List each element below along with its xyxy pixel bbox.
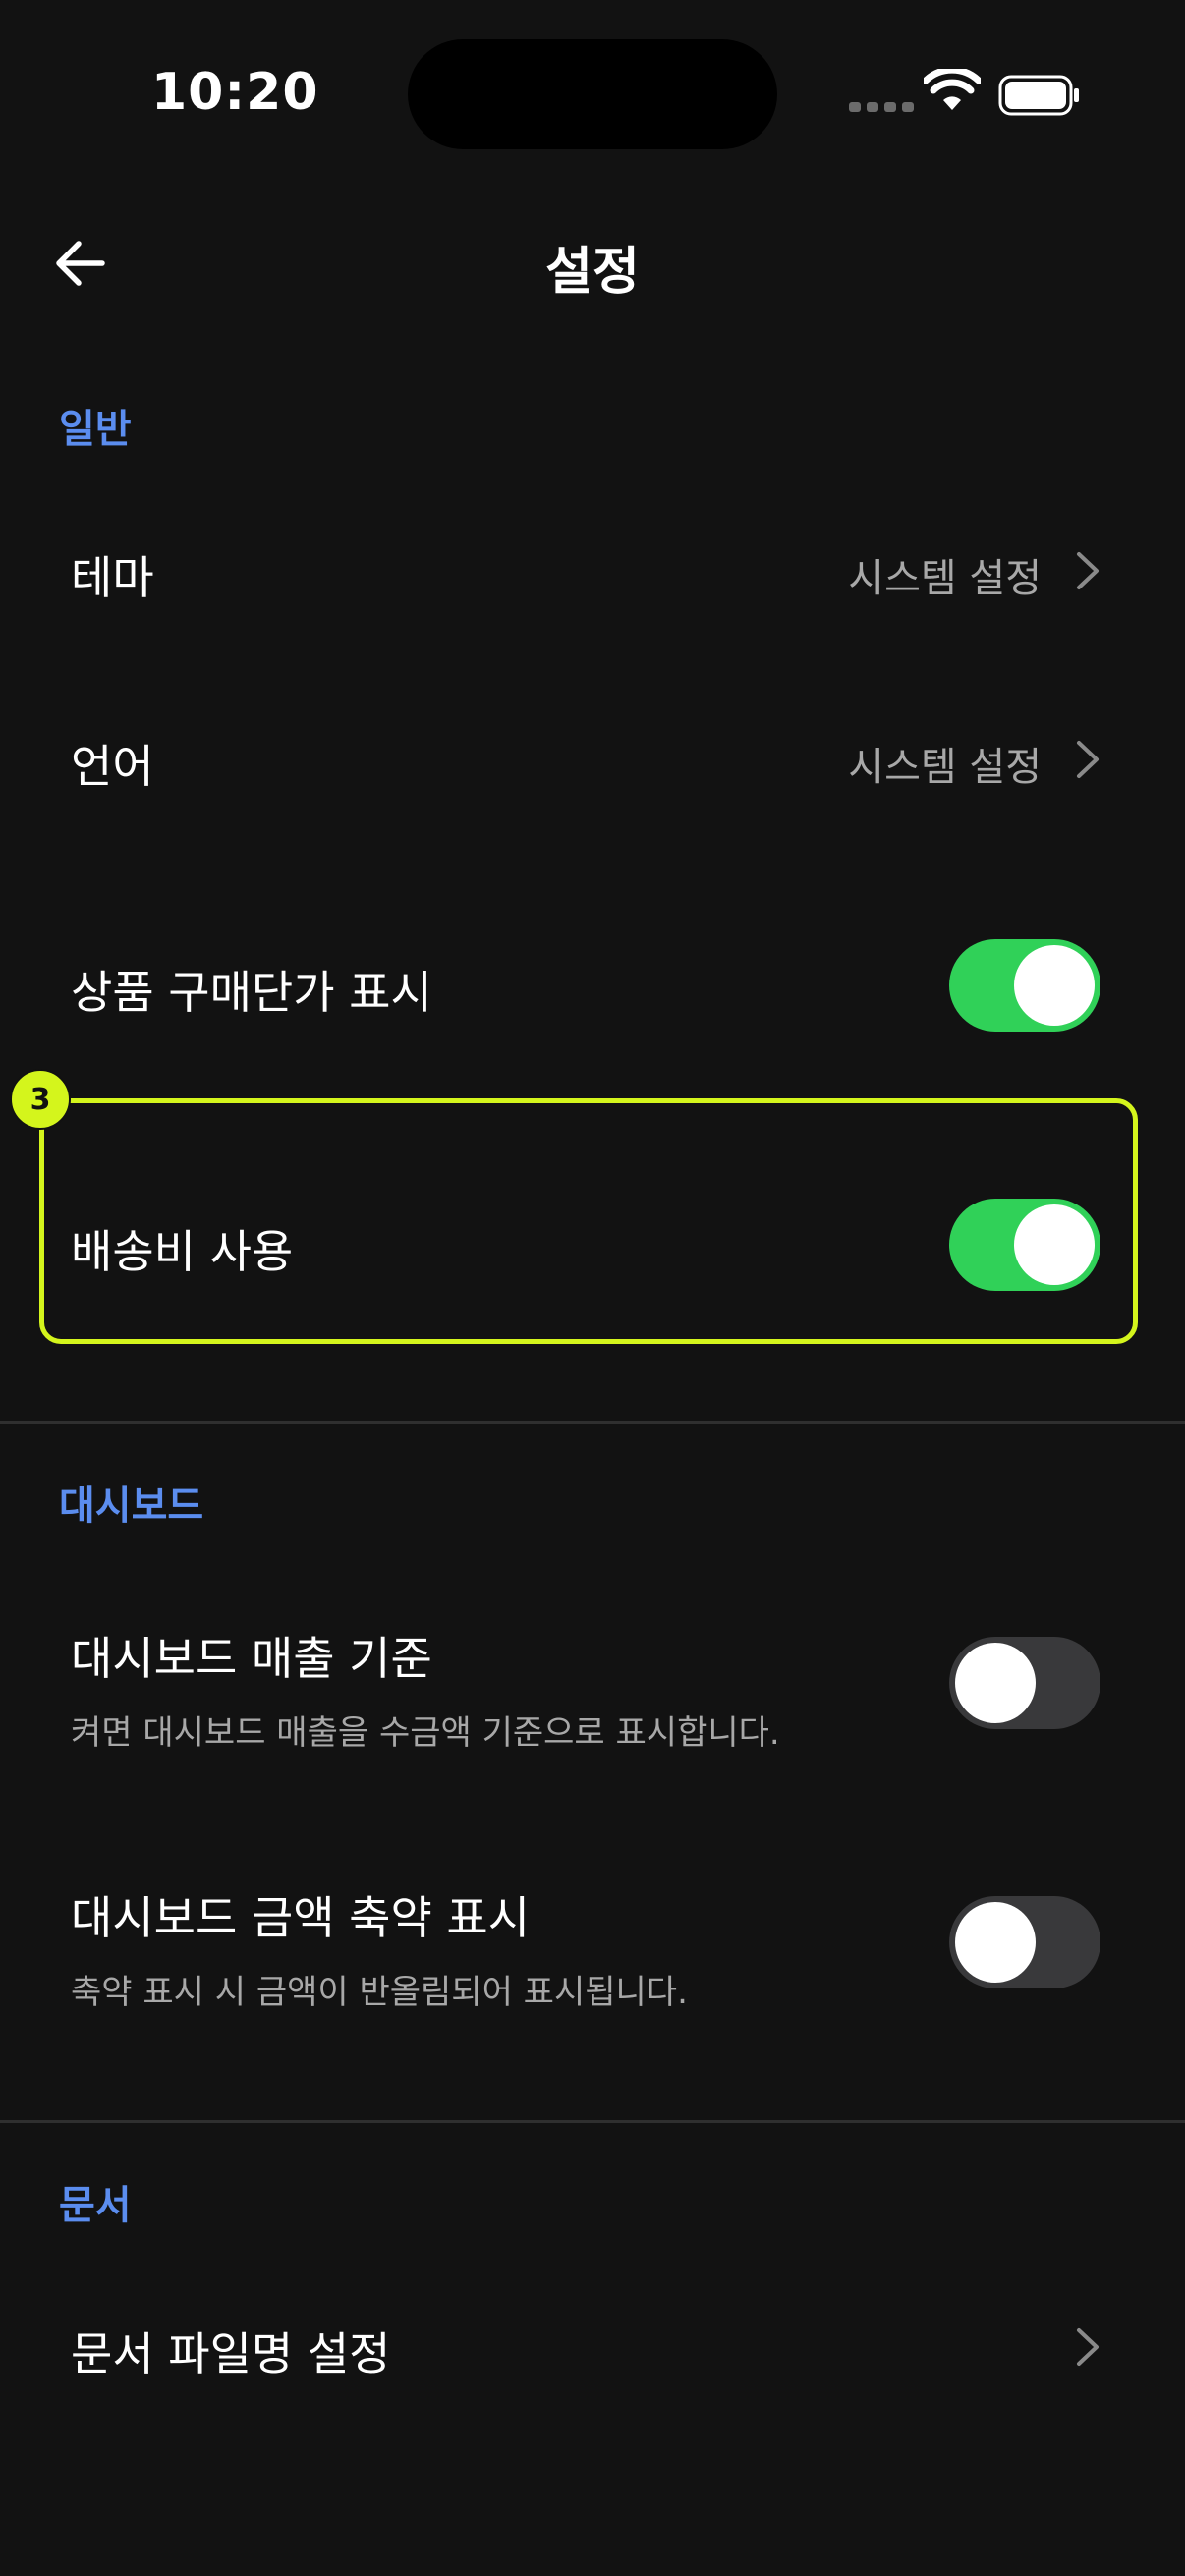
toggle-knob xyxy=(955,1902,1036,1983)
section-title-documents: 문서 xyxy=(59,2183,132,2228)
chevron-right-icon xyxy=(1077,741,1099,778)
section-title-dashboard: 대시보드 xyxy=(59,1484,204,1529)
section-divider xyxy=(0,2120,1185,2123)
battery-icon xyxy=(998,75,1079,116)
dynamic-island xyxy=(408,39,777,149)
theme-value: 시스템 설정 xyxy=(848,556,1042,601)
section-divider xyxy=(0,1421,1185,1424)
section-title-general: 일반 xyxy=(59,407,132,452)
wifi-icon xyxy=(924,69,981,110)
language-value: 시스템 설정 xyxy=(848,745,1042,790)
highlight-box xyxy=(39,1098,1138,1344)
purchase-price-toggle[interactable] xyxy=(949,939,1100,1032)
sales-basis-label: 대시보드 매출 기준 xyxy=(71,1632,432,1685)
abbreviate-description: 축약 표시 시 금액이 반올림되어 표시됩니다. xyxy=(71,1973,688,2012)
toggle-knob xyxy=(955,1643,1036,1723)
theme-label: 테마 xyxy=(71,551,154,604)
file-name-label: 문서 파일명 설정 xyxy=(71,2327,391,2380)
toggle-knob xyxy=(1014,945,1095,1026)
page-title: 설정 xyxy=(545,243,640,302)
highlight-badge: 3 xyxy=(10,1069,71,1130)
chevron-right-icon xyxy=(1077,2328,1099,2366)
cellular-signal-icon xyxy=(849,102,914,112)
abbreviate-toggle[interactable] xyxy=(949,1896,1100,1988)
purchase-price-label: 상품 구매단가 표시 xyxy=(71,966,432,1019)
language-label: 언어 xyxy=(71,740,154,793)
sales-basis-toggle[interactable] xyxy=(949,1637,1100,1729)
abbreviate-label: 대시보드 금액 축약 표시 xyxy=(71,1891,531,1944)
chevron-right-icon xyxy=(1077,552,1099,589)
sales-basis-description: 켜면 대시보드 매출을 수금액 기준으로 표시합니다. xyxy=(71,1713,780,1753)
status-time: 10:20 xyxy=(151,63,319,122)
